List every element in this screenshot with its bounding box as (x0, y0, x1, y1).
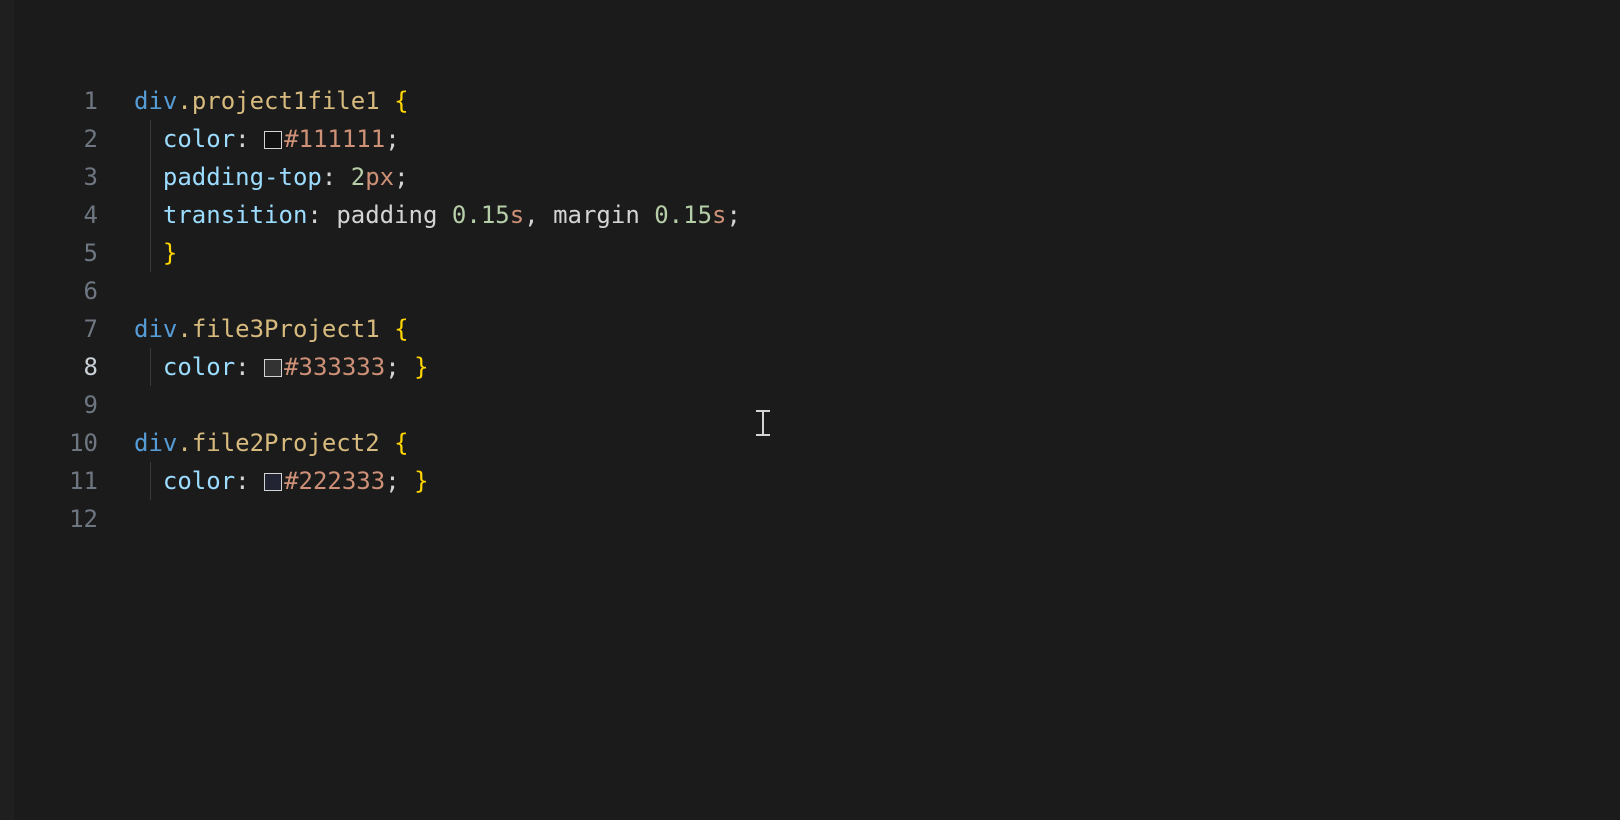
code-line[interactable]: div.file3Project1 { (134, 310, 1620, 348)
code-line[interactable] (134, 500, 1620, 538)
token-space (640, 201, 654, 229)
code-line[interactable]: div.project1file1 { (134, 82, 1620, 120)
token-selector-tag: div (134, 315, 177, 343)
code-line[interactable]: div.file2Project2 { (134, 424, 1620, 462)
token-indent (134, 353, 163, 381)
token-selector-class: file2Project2 (192, 429, 380, 457)
code-content[interactable]: div.project1file1 { color: #111111; padd… (134, 82, 1620, 538)
code-line[interactable]: color: #111111; (134, 120, 1620, 158)
token-space (400, 353, 414, 381)
code-line[interactable]: padding-top: 2px; (134, 158, 1620, 196)
token-colon: : (307, 201, 321, 229)
line-number[interactable]: 5 (14, 234, 134, 272)
line-number-gutter[interactable]: 1 2 3 4 5 6 7 8 9 10 11 12 (14, 82, 134, 538)
token-semicolon: ; (394, 163, 408, 191)
indent-guide (150, 120, 151, 158)
token-selector-tag: div (134, 429, 177, 457)
token-property: transition (163, 201, 308, 229)
indent-guide (150, 158, 151, 196)
token-indent (134, 239, 163, 267)
token-number: 0.15 (654, 201, 712, 229)
token-semicolon: ; (385, 353, 399, 381)
token-selector-class: file3Project1 (192, 315, 380, 343)
token-space (336, 163, 350, 191)
token-brace: { (394, 315, 408, 343)
token-space (380, 315, 394, 343)
activity-bar-strip (0, 0, 14, 820)
code-line[interactable]: color: #333333; } (134, 348, 1620, 386)
token-space (380, 429, 394, 457)
token-space (400, 467, 414, 495)
line-number[interactable]: 1 (14, 82, 134, 120)
code-line[interactable]: } (134, 234, 1620, 272)
token-space (437, 201, 451, 229)
token-number: 2 (351, 163, 365, 191)
line-number[interactable]: 9 (14, 386, 134, 424)
token-property: color (163, 125, 235, 153)
token-selector-class: project1file1 (192, 87, 380, 115)
token-semicolon: ; (385, 467, 399, 495)
token-selector-class: . (177, 429, 191, 457)
token-brace: { (394, 429, 408, 457)
indent-guide (150, 348, 151, 386)
token-selector-tag: div (134, 87, 177, 115)
token-unit: px (365, 163, 394, 191)
token-space (250, 467, 264, 495)
token-space (380, 87, 394, 115)
line-number[interactable]: 4 (14, 196, 134, 234)
token-ident: margin (553, 201, 640, 229)
token-space (539, 201, 553, 229)
indent-guide (150, 462, 151, 500)
token-ident: padding (336, 201, 437, 229)
token-property: color (163, 467, 235, 495)
token-space (322, 201, 336, 229)
token-colon: : (235, 467, 249, 495)
color-swatch-icon[interactable] (264, 131, 282, 149)
token-indent (134, 467, 163, 495)
line-number[interactable]: 12 (14, 500, 134, 538)
token-selector-class: . (177, 87, 191, 115)
token-brace: } (163, 239, 177, 267)
token-value: #111111 (284, 125, 385, 153)
token-indent (134, 201, 163, 229)
token-indent (134, 125, 163, 153)
token-unit: s (510, 201, 524, 229)
line-number[interactable]: 6 (14, 272, 134, 310)
token-semicolon: ; (385, 125, 399, 153)
line-number[interactable]: 3 (14, 158, 134, 196)
line-number[interactable]: 11 (14, 462, 134, 500)
token-value: #333333 (284, 353, 385, 381)
token-comma: , (524, 201, 538, 229)
token-space (250, 125, 264, 153)
token-brace: } (414, 353, 428, 381)
code-line[interactable] (134, 272, 1620, 310)
token-semicolon: ; (726, 201, 740, 229)
code-line[interactable]: color: #222333; } (134, 462, 1620, 500)
token-property: padding-top (163, 163, 322, 191)
line-number[interactable]: 8 (14, 348, 134, 386)
color-swatch-icon[interactable] (264, 359, 282, 377)
token-brace: { (394, 87, 408, 115)
token-selector-class: . (177, 315, 191, 343)
code-editor[interactable]: 1 2 3 4 5 6 7 8 9 10 11 12 div.project1f… (14, 0, 1620, 820)
token-brace: } (414, 467, 428, 495)
color-swatch-icon[interactable] (264, 473, 282, 491)
code-line[interactable] (134, 386, 1620, 424)
line-number[interactable]: 2 (14, 120, 134, 158)
token-colon: : (235, 353, 249, 381)
token-space (250, 353, 264, 381)
token-value: #222333 (284, 467, 385, 495)
indent-guide (150, 196, 151, 234)
token-property: color (163, 353, 235, 381)
indent-guide (150, 234, 151, 272)
token-colon: : (235, 125, 249, 153)
code-line[interactable]: transition: padding 0.15s, margin 0.15s; (134, 196, 1620, 234)
token-unit: s (712, 201, 726, 229)
line-number[interactable]: 7 (14, 310, 134, 348)
token-number: 0.15 (452, 201, 510, 229)
line-number[interactable]: 10 (14, 424, 134, 462)
token-colon: : (322, 163, 336, 191)
token-indent (134, 163, 163, 191)
